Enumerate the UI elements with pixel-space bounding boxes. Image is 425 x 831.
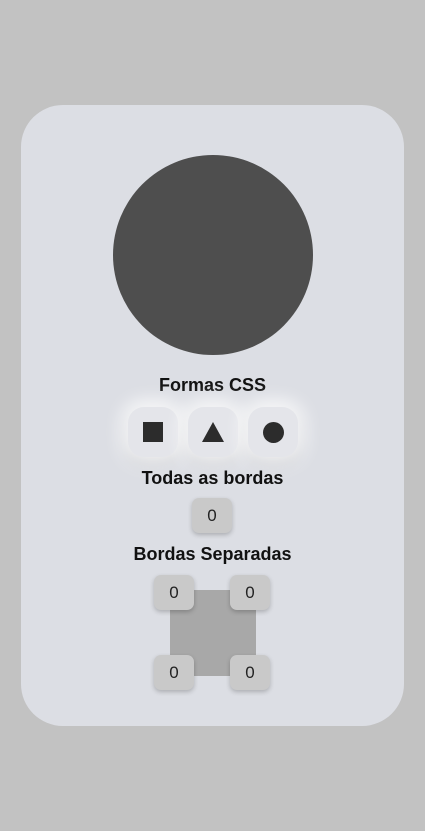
shapes-title: Formas CSS	[158, 375, 267, 395]
triangle-icon	[202, 422, 224, 442]
triangle-shape-button[interactable]	[188, 407, 238, 457]
top-right-border-input[interactable]: 0	[230, 575, 270, 610]
separate-borders-title: Bordas Separadas	[133, 544, 292, 564]
bottom-left-border-input[interactable]: 0	[154, 655, 194, 690]
all-borders-title: Todas as bordas	[141, 468, 284, 488]
square-shape-button[interactable]	[128, 407, 178, 457]
shape-preview	[113, 155, 313, 355]
circle-icon	[262, 421, 284, 443]
bottom-right-border-input[interactable]: 0	[230, 655, 270, 690]
square-icon	[143, 422, 163, 442]
circle-shape-button[interactable]	[248, 407, 298, 457]
shape-editor-card: Formas CSS Todas as bordas 0 Bordas Sepa…	[21, 105, 404, 726]
top-left-border-input[interactable]: 0	[154, 575, 194, 610]
all-borders-input[interactable]: 0	[192, 498, 232, 533]
